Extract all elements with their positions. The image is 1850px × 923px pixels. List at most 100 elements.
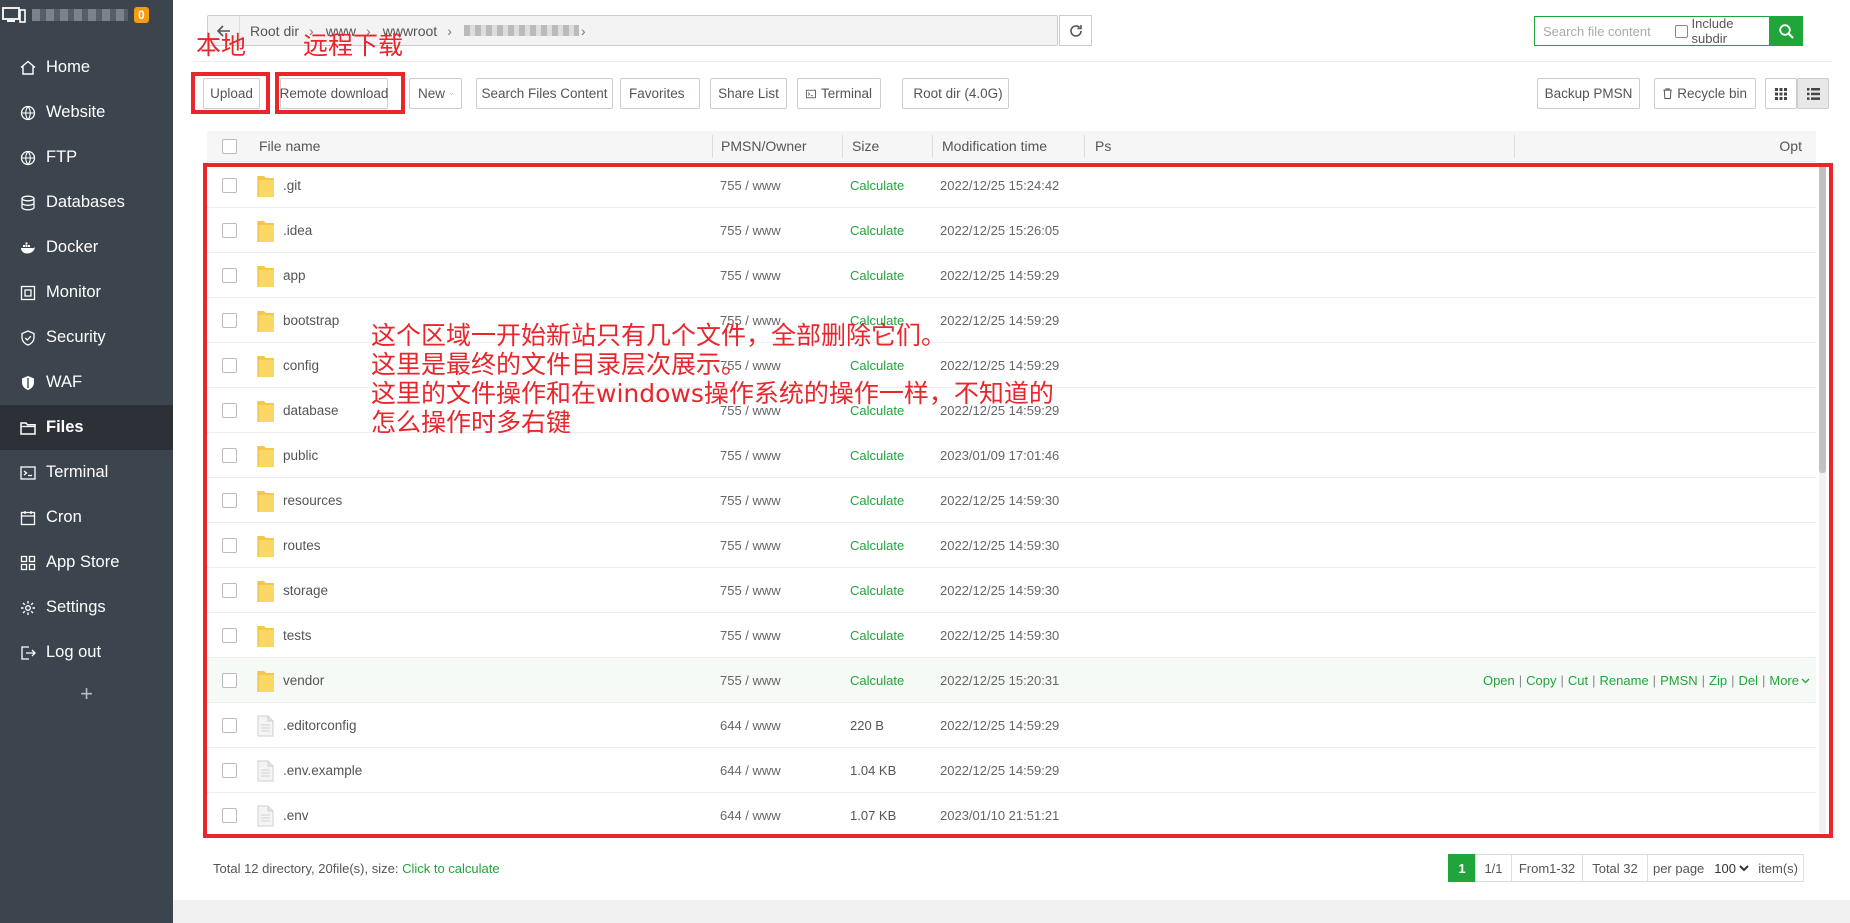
search-button[interactable]	[1769, 16, 1803, 46]
annotation-note: 这个区域一开始新站只有几个文件，全部删除它们。 这里是最终的文件目录层次展示。 …	[371, 321, 1054, 437]
sidebar-item-databases[interactable]: Databases	[0, 180, 173, 225]
per-page-control: per page 100 item(s)	[1647, 854, 1804, 882]
header-file-name[interactable]: File name	[259, 131, 320, 162]
backup-pmsn-button[interactable]: Backup PMSN	[1537, 78, 1640, 109]
header-size[interactable]: Size	[852, 131, 879, 162]
list-view-button[interactable]	[1797, 78, 1829, 109]
sidebar-item-label: Terminal	[46, 463, 109, 481]
new-dropdown-button[interactable]: New	[409, 78, 462, 109]
terminal-icon	[806, 89, 816, 98]
sidebar-item-label: Log out	[46, 643, 102, 661]
backup-label: Backup PMSN	[1544, 86, 1633, 101]
recycle-bin-button[interactable]: Recycle bin	[1654, 78, 1756, 109]
sidebar-item-ftp[interactable]: FTP	[0, 135, 173, 180]
sidebar-nav: Home Website FTP Databases Docker Monitor Secu…	[0, 45, 173, 675]
file-table-header: File name PMSN/Owner Size Modification t…	[207, 131, 1816, 162]
sidebar-item-terminal[interactable]: Terminal	[0, 450, 173, 495]
monitor-icon	[20, 285, 36, 300]
share-list-button[interactable]: Share List	[710, 78, 787, 109]
gear-icon	[21, 600, 35, 615]
sidebar-header: 0	[0, 0, 173, 30]
sidebar-item-files[interactable]: Files	[0, 405, 173, 450]
sidebar-item-settings[interactable]: Settings	[0, 585, 173, 630]
search-input[interactable]	[1535, 17, 1675, 45]
header-pmsn-owner[interactable]: PMSN/Owner	[721, 131, 807, 162]
items-label: item(s)	[1758, 860, 1799, 876]
sidebar-item-label: Cron	[46, 508, 82, 526]
sidebar-item-docker[interactable]: Docker	[0, 225, 173, 270]
home-icon	[20, 60, 36, 75]
checkbox-box[interactable]	[222, 139, 237, 154]
terminal-button[interactable]: Terminal	[797, 78, 881, 109]
notification-badge[interactable]: 0	[134, 7, 149, 23]
logout-icon	[21, 645, 36, 660]
hostname-blurred	[32, 9, 128, 21]
search-icon	[1778, 23, 1794, 39]
header-modification-time[interactable]: Modification time	[942, 131, 1047, 162]
globe-icon	[20, 105, 36, 120]
share-list-label: Share List	[718, 86, 779, 101]
column-divider	[842, 135, 843, 158]
sidebar-item-app-store[interactable]: App Store	[0, 540, 173, 585]
breadcrumb-site-blurred[interactable]	[463, 25, 579, 36]
sidebar-item-label: Docker	[46, 238, 99, 256]
directory-summary: Total 12 directory, 20file(s), size: Cli…	[213, 861, 500, 876]
sidebar-item-label: FTP	[46, 148, 78, 166]
column-divider	[1514, 135, 1515, 158]
header-divider	[193, 61, 1833, 62]
root-dir-disk-button[interactable]: Root dir (4.0G)	[902, 78, 1009, 109]
column-divider	[932, 135, 933, 158]
list-icon	[1806, 87, 1820, 100]
server-monitor-icon	[2, 7, 26, 23]
page-range: From1-32	[1511, 854, 1583, 882]
refresh-button[interactable]	[1059, 15, 1092, 46]
page-bottom-gap	[173, 900, 1850, 923]
page-current[interactable]: 1	[1448, 854, 1476, 882]
root-dir-label: Root dir (4.0G)	[913, 86, 1003, 101]
include-subdir-checkbox[interactable]: Include subdir	[1675, 16, 1769, 46]
sidebar-item-label: Databases	[46, 193, 125, 211]
header-opt: Opt	[1779, 138, 1802, 154]
globe-icon	[20, 150, 36, 165]
annotation-note-line2: 这里是最终的文件目录层次展示。	[371, 350, 747, 379]
sidebar-item-security[interactable]: Security	[0, 315, 173, 360]
breadcrumb-root[interactable]: Root dir	[240, 23, 307, 39]
sidebar-item-log-out[interactable]: Log out	[0, 630, 173, 675]
sidebar-item-website[interactable]: Website	[0, 90, 173, 135]
annotation-note-line3: 这里的文件操作和在windows操作系统的操作一样，不知道的	[371, 379, 1054, 408]
sidebar-item-label: Security	[46, 328, 106, 346]
search-box: Include subdir	[1534, 16, 1770, 46]
terminal-icon	[20, 465, 36, 480]
annotation-remote: 远程下载	[303, 31, 404, 60]
sidebar-item-monitor[interactable]: Monitor	[0, 270, 173, 315]
grid-view-button[interactable]	[1765, 78, 1797, 109]
sidebar-item-cron[interactable]: Cron	[0, 495, 173, 540]
calendar-icon	[20, 510, 36, 525]
calculate-size-link[interactable]: Click to calculate	[402, 861, 500, 876]
favorites-dropdown-button[interactable]: Favorites	[620, 78, 700, 109]
per-page-select[interactable]: 100	[1710, 859, 1753, 877]
chevron-right-icon: ›	[580, 22, 586, 39]
grid-icon	[1775, 87, 1787, 100]
search-files-content-button[interactable]: Search Files Content	[476, 78, 613, 109]
annotation-box-upload	[191, 72, 270, 114]
folder-icon	[20, 421, 36, 435]
chevron-down-icon	[689, 93, 691, 94]
sidebar-item-label: Home	[46, 58, 91, 76]
checkbox-box[interactable]	[1675, 24, 1688, 38]
apps-icon	[20, 555, 36, 570]
annotation-box-file-area	[203, 163, 1833, 838]
page-count: 1/1	[1475, 854, 1512, 882]
sidebar-item-waf[interactable]: WAF	[0, 360, 173, 405]
sidebar: 0 Home Website FTP Databases Docker Monitor Se…	[0, 0, 173, 923]
sidebar-item-label: WAF	[46, 373, 83, 391]
add-menu-button[interactable]: +	[0, 681, 173, 707]
sidebar-item-home[interactable]: Home	[0, 45, 173, 90]
terminal-label: Terminal	[820, 86, 872, 101]
select-all-checkbox[interactable]	[222, 139, 237, 154]
shield-icon	[21, 329, 35, 346]
include-subdir-label: Include subdir	[1691, 16, 1734, 46]
chevron-right-icon: ›	[447, 22, 452, 39]
annotation-local: 本地	[196, 31, 247, 60]
annotation-note-line4: 怎么操作时多右键	[371, 408, 572, 437]
